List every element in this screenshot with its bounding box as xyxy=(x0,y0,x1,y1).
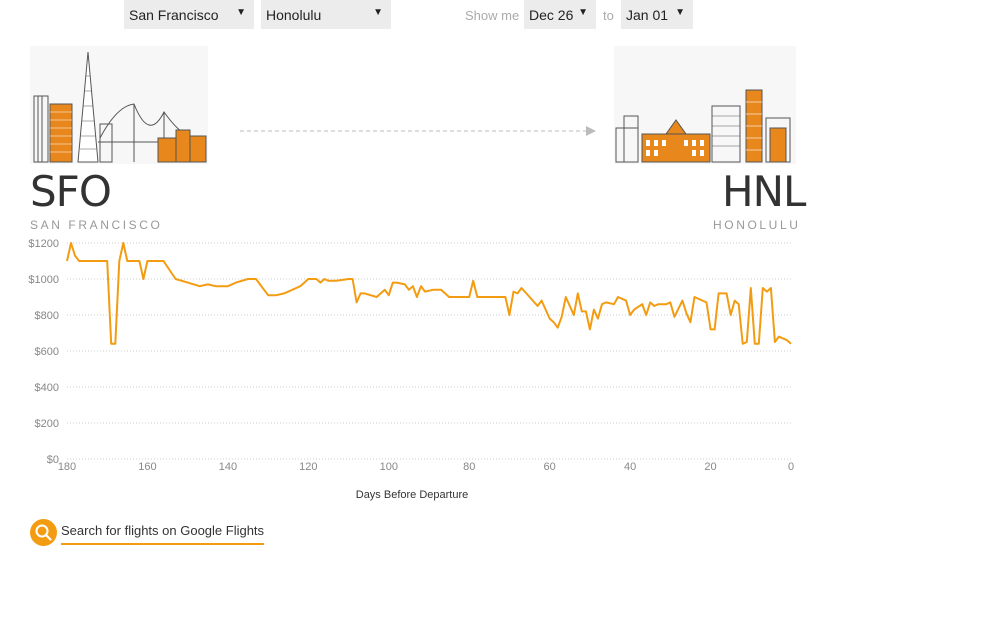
y-tick-label: $200 xyxy=(35,418,59,430)
price-history-chart: $0$200$400$600$800$1000$1200 180 160 140 12… xyxy=(28,238,794,501)
destination-select-value: Honolulu xyxy=(266,7,322,23)
destination-skyline-illustration xyxy=(614,46,796,164)
price-series-line xyxy=(66,242,792,345)
x-tick-label: 60 xyxy=(544,461,556,473)
caret-down-icon: ▼ xyxy=(675,7,685,18)
x-axis-title: Days Before Departure xyxy=(356,489,469,501)
origin-select-value: San Francisco xyxy=(129,7,219,23)
y-tick-label: $800 xyxy=(35,310,59,322)
x-tick-label: 100 xyxy=(380,461,398,473)
route-arrow-icon xyxy=(240,126,596,136)
to-date-select[interactable]: Jan 01 ▼ xyxy=(621,0,693,29)
origin-select[interactable]: San Francisco ▼ xyxy=(124,0,254,29)
y-tick-label: $1200 xyxy=(28,238,59,250)
x-tick-label: 160 xyxy=(138,461,156,473)
destination-code: HNL xyxy=(722,167,806,216)
destination-select[interactable]: Honolulu ▼ xyxy=(261,0,391,29)
origin-code: SFO xyxy=(30,167,112,216)
y-tick-label: $1000 xyxy=(28,274,59,286)
x-tick-label: 20 xyxy=(704,461,716,473)
x-tick-label: 0 xyxy=(788,461,794,473)
origin-skyline-illustration xyxy=(30,46,208,164)
search-flights-link[interactable]: Search for flights on Google Flights xyxy=(61,523,265,545)
caret-down-icon: ▼ xyxy=(578,7,588,18)
x-tick-label: 120 xyxy=(299,461,317,473)
to-label: to xyxy=(603,8,614,23)
x-tick-label: 140 xyxy=(219,461,237,473)
to-date-value: Jan 01 xyxy=(626,7,669,23)
from-date-value: Dec 26 xyxy=(529,7,574,23)
caret-down-icon: ▼ xyxy=(373,7,383,18)
y-tick-label: $600 xyxy=(35,346,59,358)
caret-down-icon: ▼ xyxy=(236,7,246,18)
x-tick-label: 180 xyxy=(58,461,76,473)
show-me-label: Show me xyxy=(465,8,520,23)
magnifier-icon xyxy=(30,519,57,546)
y-tick-label: $400 xyxy=(35,382,59,394)
from-date-select[interactable]: Dec 26 ▼ xyxy=(524,0,596,29)
x-tick-label: 40 xyxy=(624,461,636,473)
x-tick-label: 80 xyxy=(463,461,475,473)
